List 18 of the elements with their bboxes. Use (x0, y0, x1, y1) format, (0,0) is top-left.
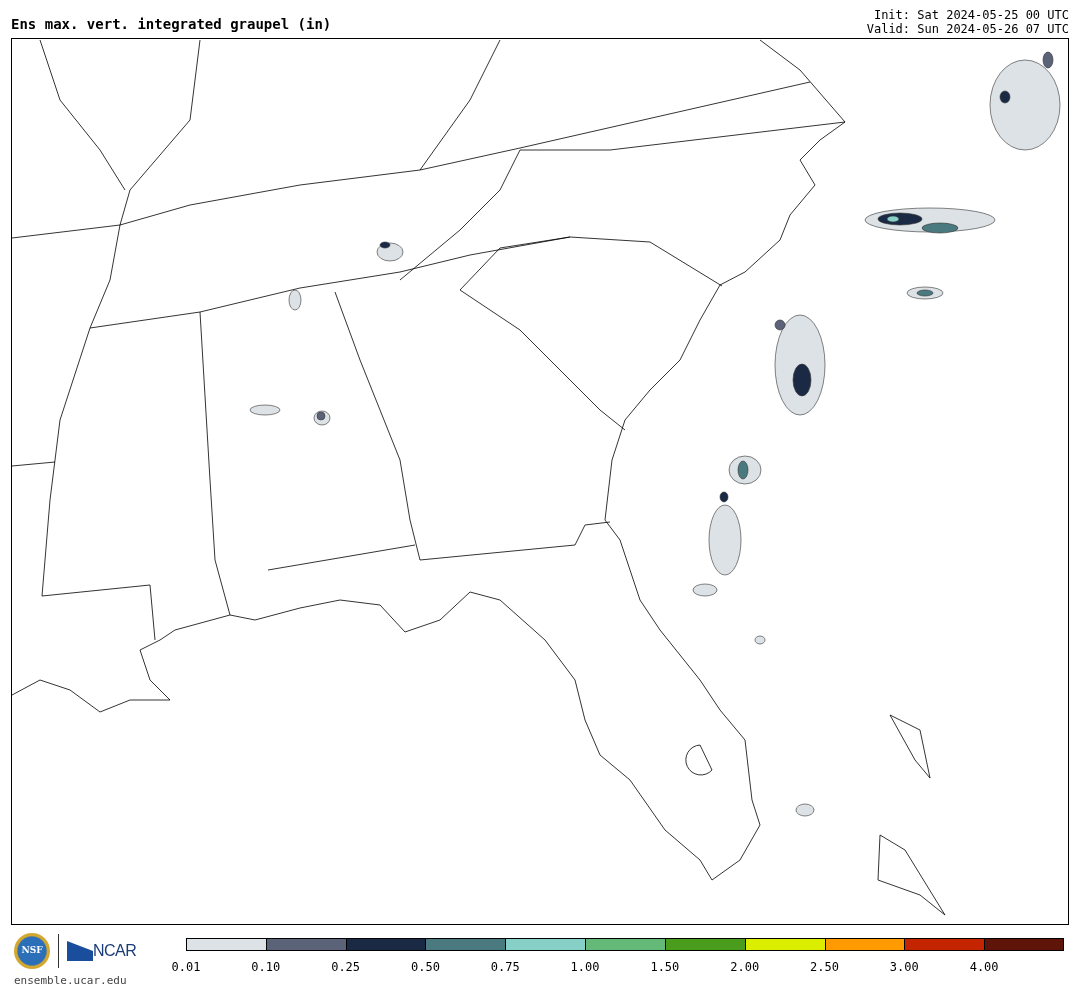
valid-time: Valid: Sun 2024-05-26 07 UTC (866, 22, 1069, 36)
colorbar-label: 1.50 (650, 959, 680, 976)
swoosh-icon (67, 941, 93, 961)
colorbar-label: 0.50 (411, 959, 440, 976)
colorbar-label: 0.10 (251, 959, 281, 976)
colorbar-label: 3.00 (889, 959, 919, 976)
website-url: ensemble.ucar.edu (14, 973, 128, 988)
colorbar-label: 0.25 (331, 959, 361, 976)
nsf-logo: NSF (14, 933, 50, 969)
colorbar-label: 1.00 (570, 959, 600, 976)
colorbar-label: 4.00 (969, 959, 999, 976)
chart-title: Ens max. vert. integrated graupel (in) (11, 15, 332, 34)
init-time: Init: Sat 2024-05-25 00 UTC (872, 8, 1069, 22)
colorbar-label: 0.75 (490, 959, 520, 976)
colorbar-label: 0.01 (171, 959, 201, 976)
colorbar-label: 2.00 (730, 959, 760, 976)
colorbar-label: 2.50 (810, 959, 839, 976)
ncar-logo: NCAR (93, 941, 137, 961)
